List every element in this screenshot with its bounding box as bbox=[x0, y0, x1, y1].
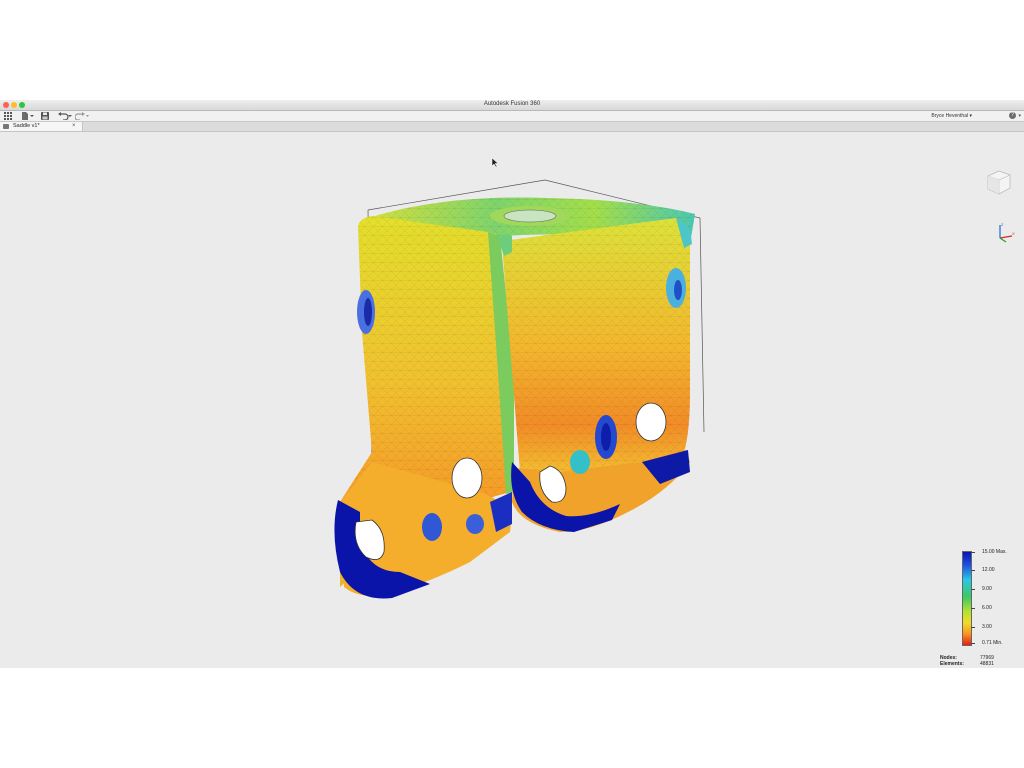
axis-triad-icon: Z X bbox=[999, 222, 1015, 243]
elements-label: Elements: bbox=[940, 661, 964, 667]
save-icon[interactable] bbox=[41, 112, 49, 120]
left-leg-hole bbox=[451, 457, 483, 499]
chevron-down-icon[interactable]: ▾ bbox=[1018, 112, 1021, 120]
undo-icon[interactable] bbox=[58, 112, 72, 121]
apps-grid-icon[interactable] bbox=[4, 112, 12, 120]
3d-viewport[interactable]: Z X 15.00 Max. 12.00 9.00 6.00 3.00 0.71… bbox=[0, 132, 1024, 668]
redo-icon[interactable] bbox=[74, 112, 89, 121]
file-icon bbox=[22, 112, 28, 120]
legend-label-9: 9.00 bbox=[982, 586, 992, 592]
svg-text:Z: Z bbox=[1001, 222, 1004, 227]
stress-result-model[interactable] bbox=[0, 132, 1024, 668]
document-tab-strip: Saddle v1* × bbox=[0, 122, 1024, 132]
title-bar: Autodesk Fusion 360 bbox=[0, 100, 1024, 111]
right-leg-hole bbox=[635, 402, 667, 442]
legend-label-6: 6.00 bbox=[982, 605, 992, 611]
file-menu-button[interactable] bbox=[22, 112, 34, 120]
color-scale-bar bbox=[962, 551, 972, 646]
mouse-pointer-icon bbox=[491, 158, 499, 168]
user-account-menu[interactable]: Bryce Heventhal ▾ bbox=[931, 112, 972, 120]
legend-label-max: 15.00 Max. bbox=[982, 549, 1007, 555]
tab-label: Saddle v1* bbox=[13, 123, 40, 129]
toolbar: Bryce Heventhal ▾ ? ▾ bbox=[0, 111, 1024, 122]
window-title: Autodesk Fusion 360 bbox=[483, 101, 541, 107]
component-icon bbox=[3, 124, 9, 129]
legend-label-3: 3.00 bbox=[982, 624, 992, 630]
legend-label-min: 0.71 Min. bbox=[982, 640, 1003, 646]
legend-label-12: 12.00 bbox=[982, 567, 995, 573]
svg-text:X: X bbox=[1012, 231, 1015, 236]
viewcube-icon[interactable] bbox=[984, 168, 1012, 198]
help-icon[interactable]: ? bbox=[1009, 112, 1016, 119]
close-icon[interactable]: × bbox=[72, 123, 76, 130]
stress-legend: 15.00 Max. 12.00 9.00 6.00 3.00 0.71 Min… bbox=[940, 549, 1024, 668]
fusion-360-window: Autodesk Fusion 360 Bryce Heventhal ▾ ? … bbox=[0, 100, 1024, 668]
tab-saddle[interactable]: Saddle v1* × bbox=[0, 122, 83, 131]
elements-value: 48831 bbox=[980, 661, 994, 667]
